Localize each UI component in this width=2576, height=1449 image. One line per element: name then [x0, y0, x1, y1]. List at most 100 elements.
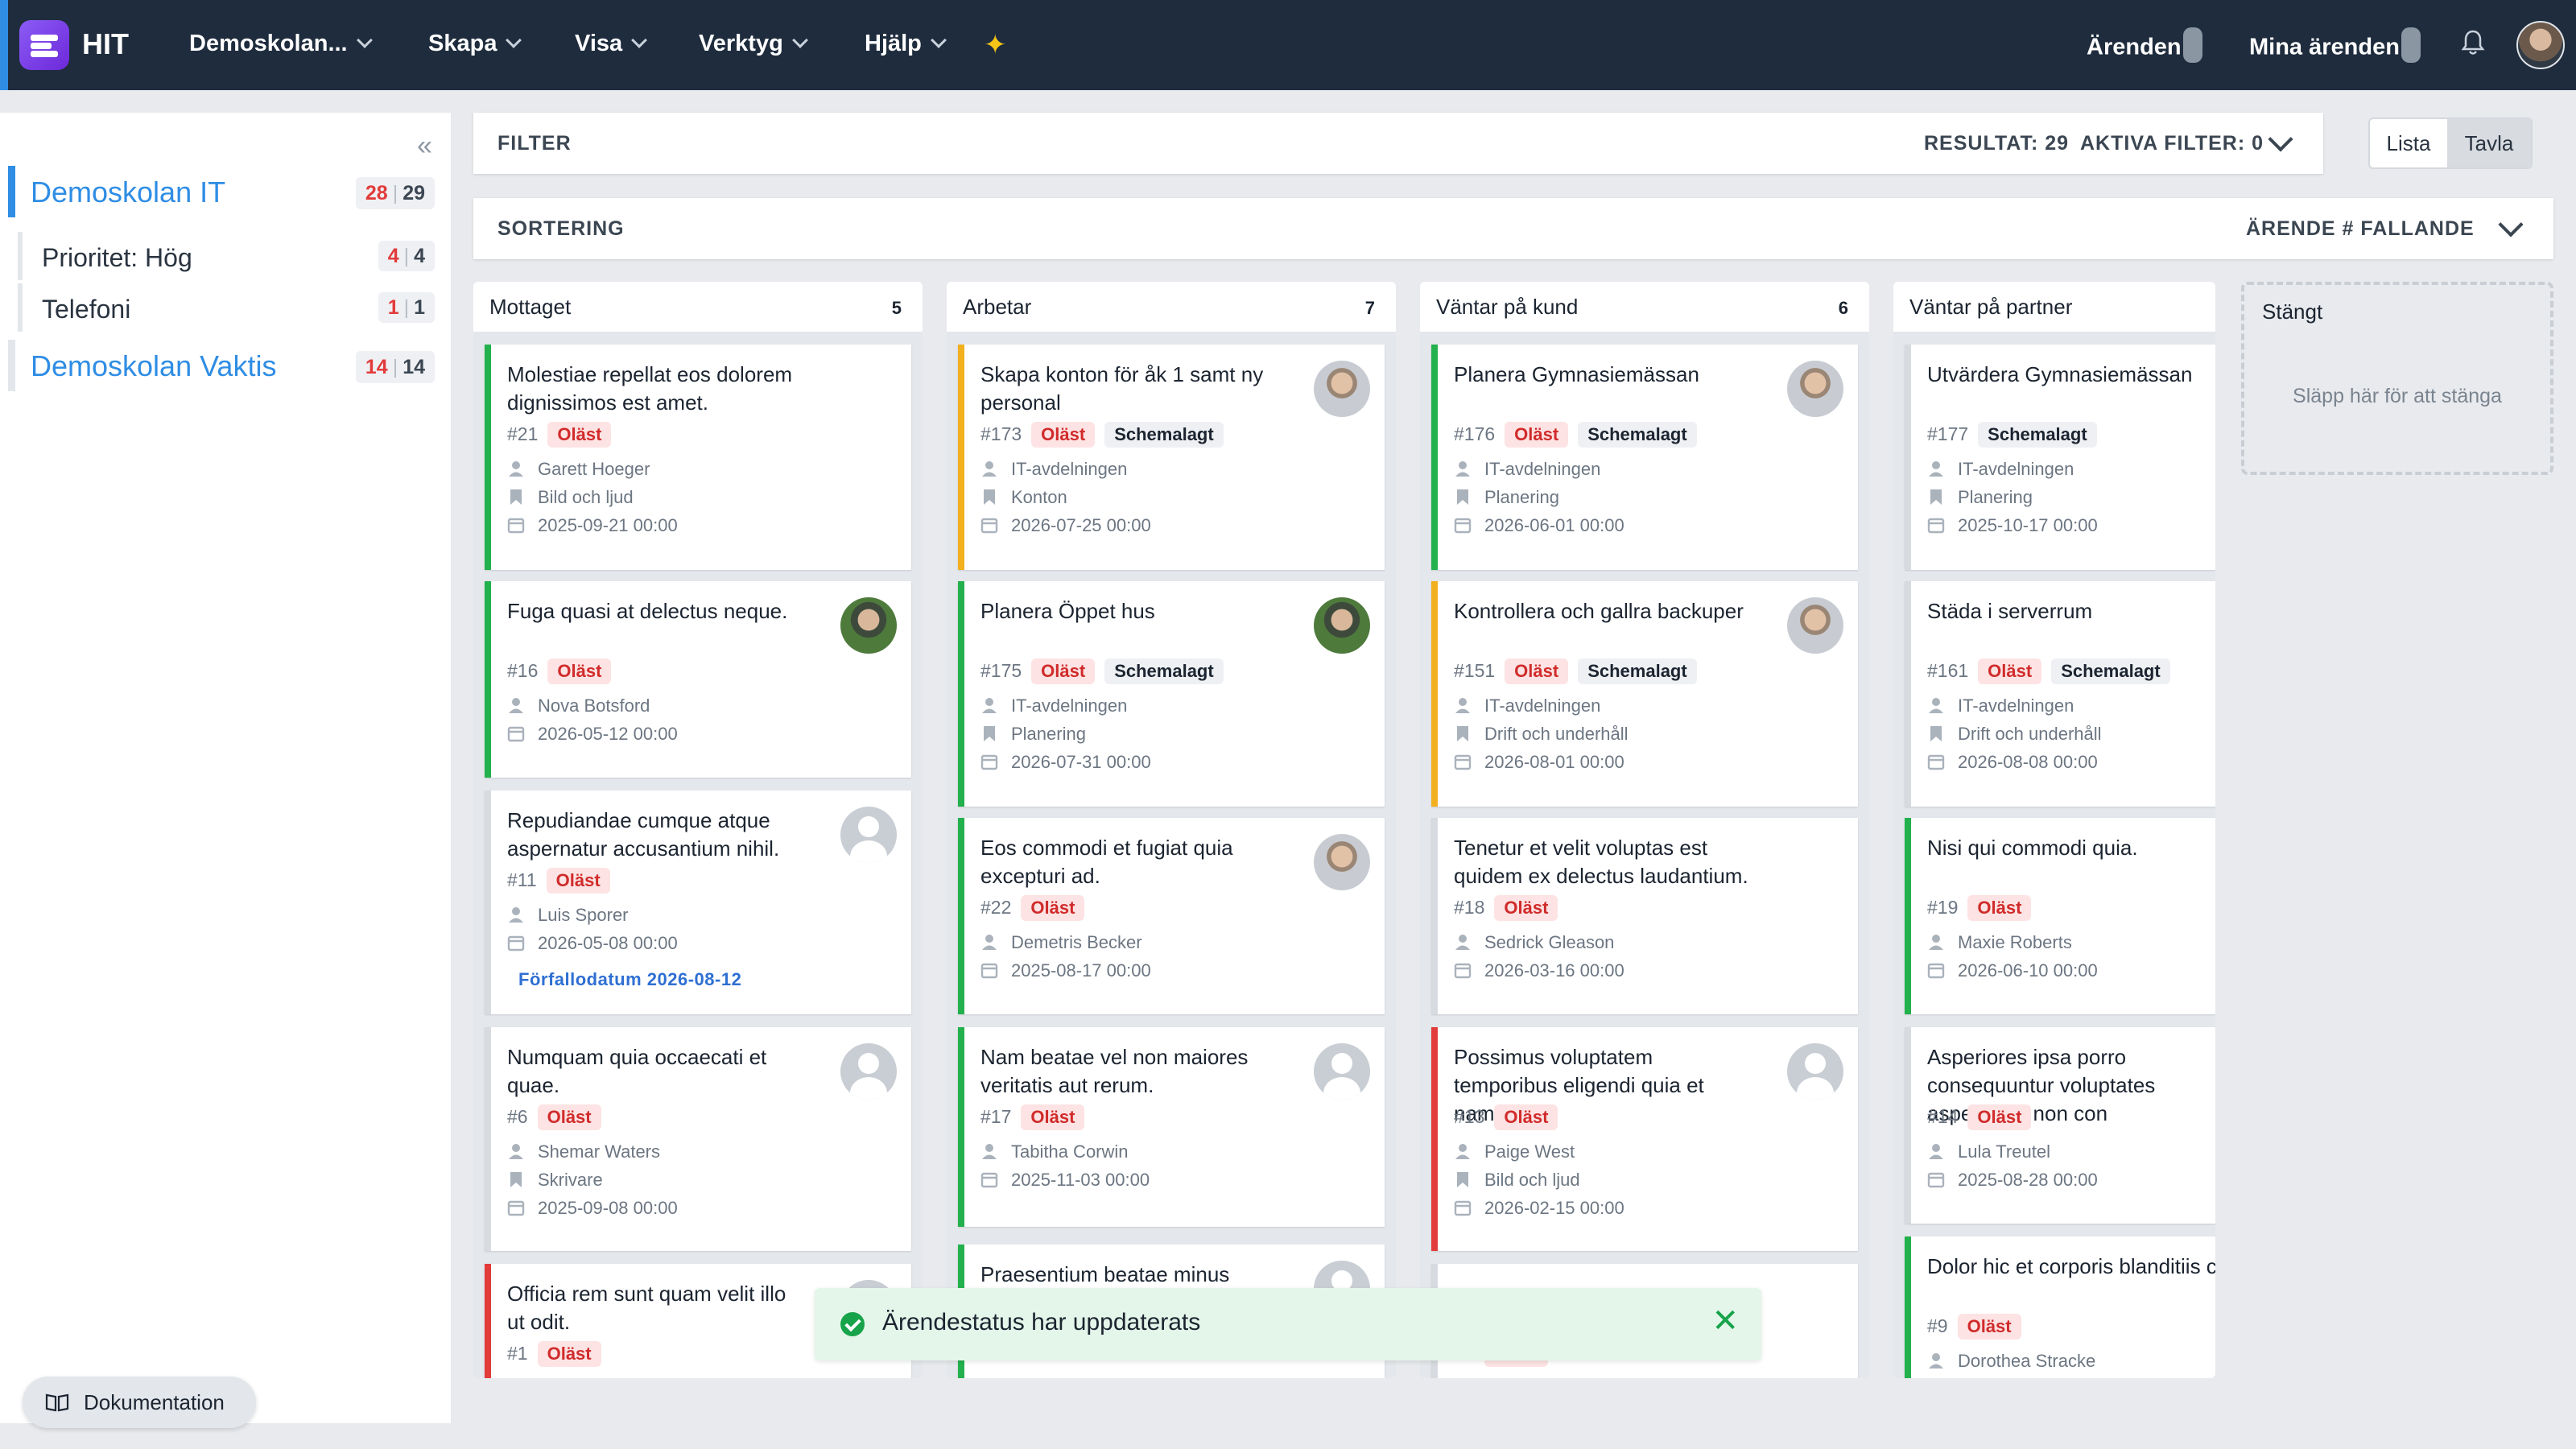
ticket-date: 2025-08-28 00:00	[1927, 1170, 2098, 1191]
sparkle-icon[interactable]: ✦	[984, 29, 1007, 61]
ticket-title[interactable]: Fuga quasi at delectus neque.	[507, 597, 805, 625]
user-icon	[982, 698, 997, 713]
ticket-date: 2026-07-31 00:00	[980, 752, 1151, 773]
ticket-card[interactable]: Planera Öppet hus #175 Oläst Schemalagt IT-a…	[958, 581, 1385, 807]
tickets-toggle[interactable]	[2182, 27, 2202, 63]
assignee-avatar[interactable]	[1314, 834, 1370, 890]
ticket-card[interactable]: Eos commodi et fugiat quia excepturi ad.…	[958, 818, 1385, 1014]
ticket-title[interactable]: Planera Öppet hus	[980, 597, 1278, 625]
ticket-card[interactable]: Utvärdera Gymnasiemässan #177 Schemalagt IT…	[1905, 345, 2215, 570]
sidebar-sub-priority-high[interactable]: Prioritet: Hög 4 | 4	[18, 232, 443, 280]
sidebar-sub-telephony[interactable]: Telefoni 1 | 1	[18, 283, 443, 332]
calendar-icon	[1927, 963, 1945, 979]
ticket-title[interactable]: Tenetur et velit voluptas est quidem ex …	[1454, 834, 1752, 890]
ticket-title[interactable]: Planera Gymnasiemässan	[1454, 361, 1752, 389]
user-avatar[interactable]	[2516, 21, 2565, 69]
ticket-number: #16	[507, 660, 539, 681]
ticket-number: #11	[507, 869, 537, 890]
assignee-avatar[interactable]	[1314, 597, 1370, 654]
chevron-down-icon[interactable]	[2268, 126, 2293, 152]
kanban-column[interactable]: Mottaget 5 Molestiae repellat eos dolorem …	[473, 282, 923, 1378]
sidebar: « Demoskolan IT 28 | 29 Prioritet: Hög 4 | 4…	[0, 113, 451, 1423]
ticket-card[interactable]: Dolor hic et corporis blanditiis c #9 Oläs…	[1905, 1236, 2215, 1378]
nav-help-menu[interactable]: Hjälp	[865, 31, 947, 57]
status-bar	[958, 1027, 964, 1227]
view-toggle[interactable]: Lista Tavla	[2368, 118, 2533, 169]
nav-create-menu[interactable]: Skapa	[428, 31, 522, 57]
documentation-button[interactable]: Dokumentation	[23, 1377, 256, 1428]
ticket-card[interactable]: Städa i serverrum #161 Oläst Schemalagt IT-a…	[1905, 581, 2215, 807]
ticket-card[interactable]: Tenetur et velit voluptas est quidem ex …	[1431, 818, 1858, 1014]
assignee-avatar[interactable]	[1314, 1043, 1370, 1100]
app-logo-icon[interactable]	[19, 20, 69, 70]
chevron-down-icon[interactable]	[2498, 212, 2524, 237]
assignee-avatar[interactable]	[1787, 361, 1843, 417]
ticket-title[interactable]: Repudiandae cumque atque aspernatur accu…	[507, 807, 805, 863]
ticket-title[interactable]: Numquam quia occaecati et quae.	[507, 1043, 805, 1100]
ticket-title[interactable]: Utvärdera Gymnasiemässan	[1927, 361, 2215, 389]
assignee-avatar[interactable]	[840, 1043, 897, 1100]
unread-badge: Oläst	[1967, 1104, 2032, 1130]
due-date-link[interactable]: Förfallodatum 2026-08-12	[518, 969, 741, 990]
assignee-avatar[interactable]	[840, 597, 897, 654]
ticket-title[interactable]: Nam beatae vel non maiores veritatis aut…	[980, 1043, 1278, 1100]
ticket-category: Planering	[1927, 487, 2033, 508]
nav-my-tickets[interactable]: Mina ärenden	[2249, 27, 2421, 66]
ticket-title[interactable]: Dolor hic et corporis blanditiis c	[1927, 1253, 2215, 1281]
ticket-title[interactable]: Officia rem sunt quam velit illo ut odit…	[507, 1280, 805, 1336]
kanban-column[interactable]: Väntar på partner Utvärdera Gymnasiemässa…	[1893, 282, 2215, 1378]
close-icon[interactable]: ✕	[1711, 1302, 1739, 1340]
status-bar	[485, 1027, 491, 1251]
calendar-icon	[1927, 754, 1945, 770]
my-tickets-toggle[interactable]	[2401, 27, 2421, 63]
ticket-title[interactable]: Kontrollera och gallra backuper	[1454, 597, 1752, 625]
sidebar-org-demoskolan-vaktis[interactable]: Demoskolan Vaktis 14 | 14	[8, 340, 443, 391]
assignee-avatar[interactable]	[1787, 597, 1843, 654]
sidebar-org-demoskolan-it[interactable]: Demoskolan IT 28 | 29	[8, 166, 443, 217]
bell-icon[interactable]	[2460, 29, 2486, 56]
unread-badge: Oläst	[547, 658, 612, 684]
active-indicator	[8, 166, 15, 217]
ticket-title[interactable]: Städa i serverrum	[1927, 597, 2215, 625]
board-view-button[interactable]: Tavla	[2447, 119, 2531, 167]
ticket-title[interactable]: Eos commodi et fugiat quia excepturi ad.	[980, 834, 1278, 890]
status-bar	[958, 581, 964, 807]
ticket-card[interactable]: Possimus voluptatem temporibus eligendi …	[1431, 1027, 1858, 1251]
kanban-column[interactable]: Arbetar 7 Skapa konton för åk 1 samt ny pe…	[947, 282, 1396, 1378]
app-name[interactable]: HIT	[82, 27, 129, 61]
ticket-meta: #18 Oläst	[1454, 895, 1558, 921]
collapse-sidebar-icon[interactable]: «	[417, 130, 432, 162]
filter-bar[interactable]: FILTER RESULTAT: 29 AKTIVA FILTER: 0	[473, 113, 2323, 174]
ticket-card[interactable]: Molestiae repellat eos dolorem dignissim…	[485, 345, 911, 570]
ticket-card[interactable]: Kontrollera och gallra backuper #151 Oläst…	[1431, 581, 1858, 807]
calendar-icon	[507, 935, 525, 952]
ticket-card[interactable]: Nam beatae vel non maiores veritatis aut…	[958, 1027, 1385, 1227]
sort-bar[interactable]: SORTERING ÄRENDE # FALLANDE	[473, 198, 2553, 259]
kanban-column[interactable]: Väntar på kund 6 Planera Gymnasiemässan #17…	[1420, 282, 1869, 1378]
nav-tools-menu[interactable]: Verktyg	[699, 31, 808, 57]
ticket-title[interactable]: Nisi qui commodi quia.	[1927, 834, 2215, 862]
ticket-card[interactable]: Repudiandae cumque atque aspernatur accu…	[485, 791, 911, 1014]
ticket-title[interactable]: Praesentium beatae minus	[980, 1261, 1278, 1289]
nav-tickets[interactable]: Ärenden	[2087, 27, 2202, 66]
ticket-card[interactable]: Asperiores ipsa porro consequuntur volup…	[1905, 1027, 2215, 1224]
ticket-card[interactable]: Nisi qui commodi quia. #19 Oläst Maxie Robe…	[1905, 818, 2215, 1014]
closed-drop-zone[interactable]: Stängt Släpp här för att stänga	[2241, 282, 2553, 475]
nav-organization-menu[interactable]: Demoskolan...	[189, 31, 373, 57]
ticket-card[interactable]: Fuga quasi at delectus neque. #16 Oläst Nov…	[485, 581, 911, 778]
nav-view-menu[interactable]: Visa	[575, 31, 648, 57]
ticket-card[interactable]: Numquam quia occaecati et quae. #6 Oläst Sh…	[485, 1027, 911, 1251]
list-view-button[interactable]: Lista	[2370, 119, 2447, 167]
ticket-number: #173	[980, 423, 1022, 444]
closed-drop-hint: Släpp här för att stänga	[2293, 385, 2502, 407]
ticket-card[interactable]: Skapa konton för åk 1 samt ny personal #1…	[958, 345, 1385, 570]
ticket-meta: #11 Oläst	[507, 868, 610, 894]
ticket-card[interactable]: Planera Gymnasiemässan #176 Oläst Schemalag…	[1431, 345, 1858, 570]
assignee-avatar[interactable]	[1314, 361, 1370, 417]
assignee-avatar[interactable]	[1787, 1043, 1843, 1100]
ticket-title[interactable]: Molestiae repellat eos dolorem dignissim…	[507, 361, 805, 417]
ticket-assignee: Tabitha Corwin	[980, 1141, 1129, 1162]
assignee-avatar[interactable]	[840, 807, 897, 863]
ticket-title[interactable]: Skapa konton för åk 1 samt ny personal	[980, 361, 1278, 417]
chevron-down-icon	[791, 32, 808, 48]
